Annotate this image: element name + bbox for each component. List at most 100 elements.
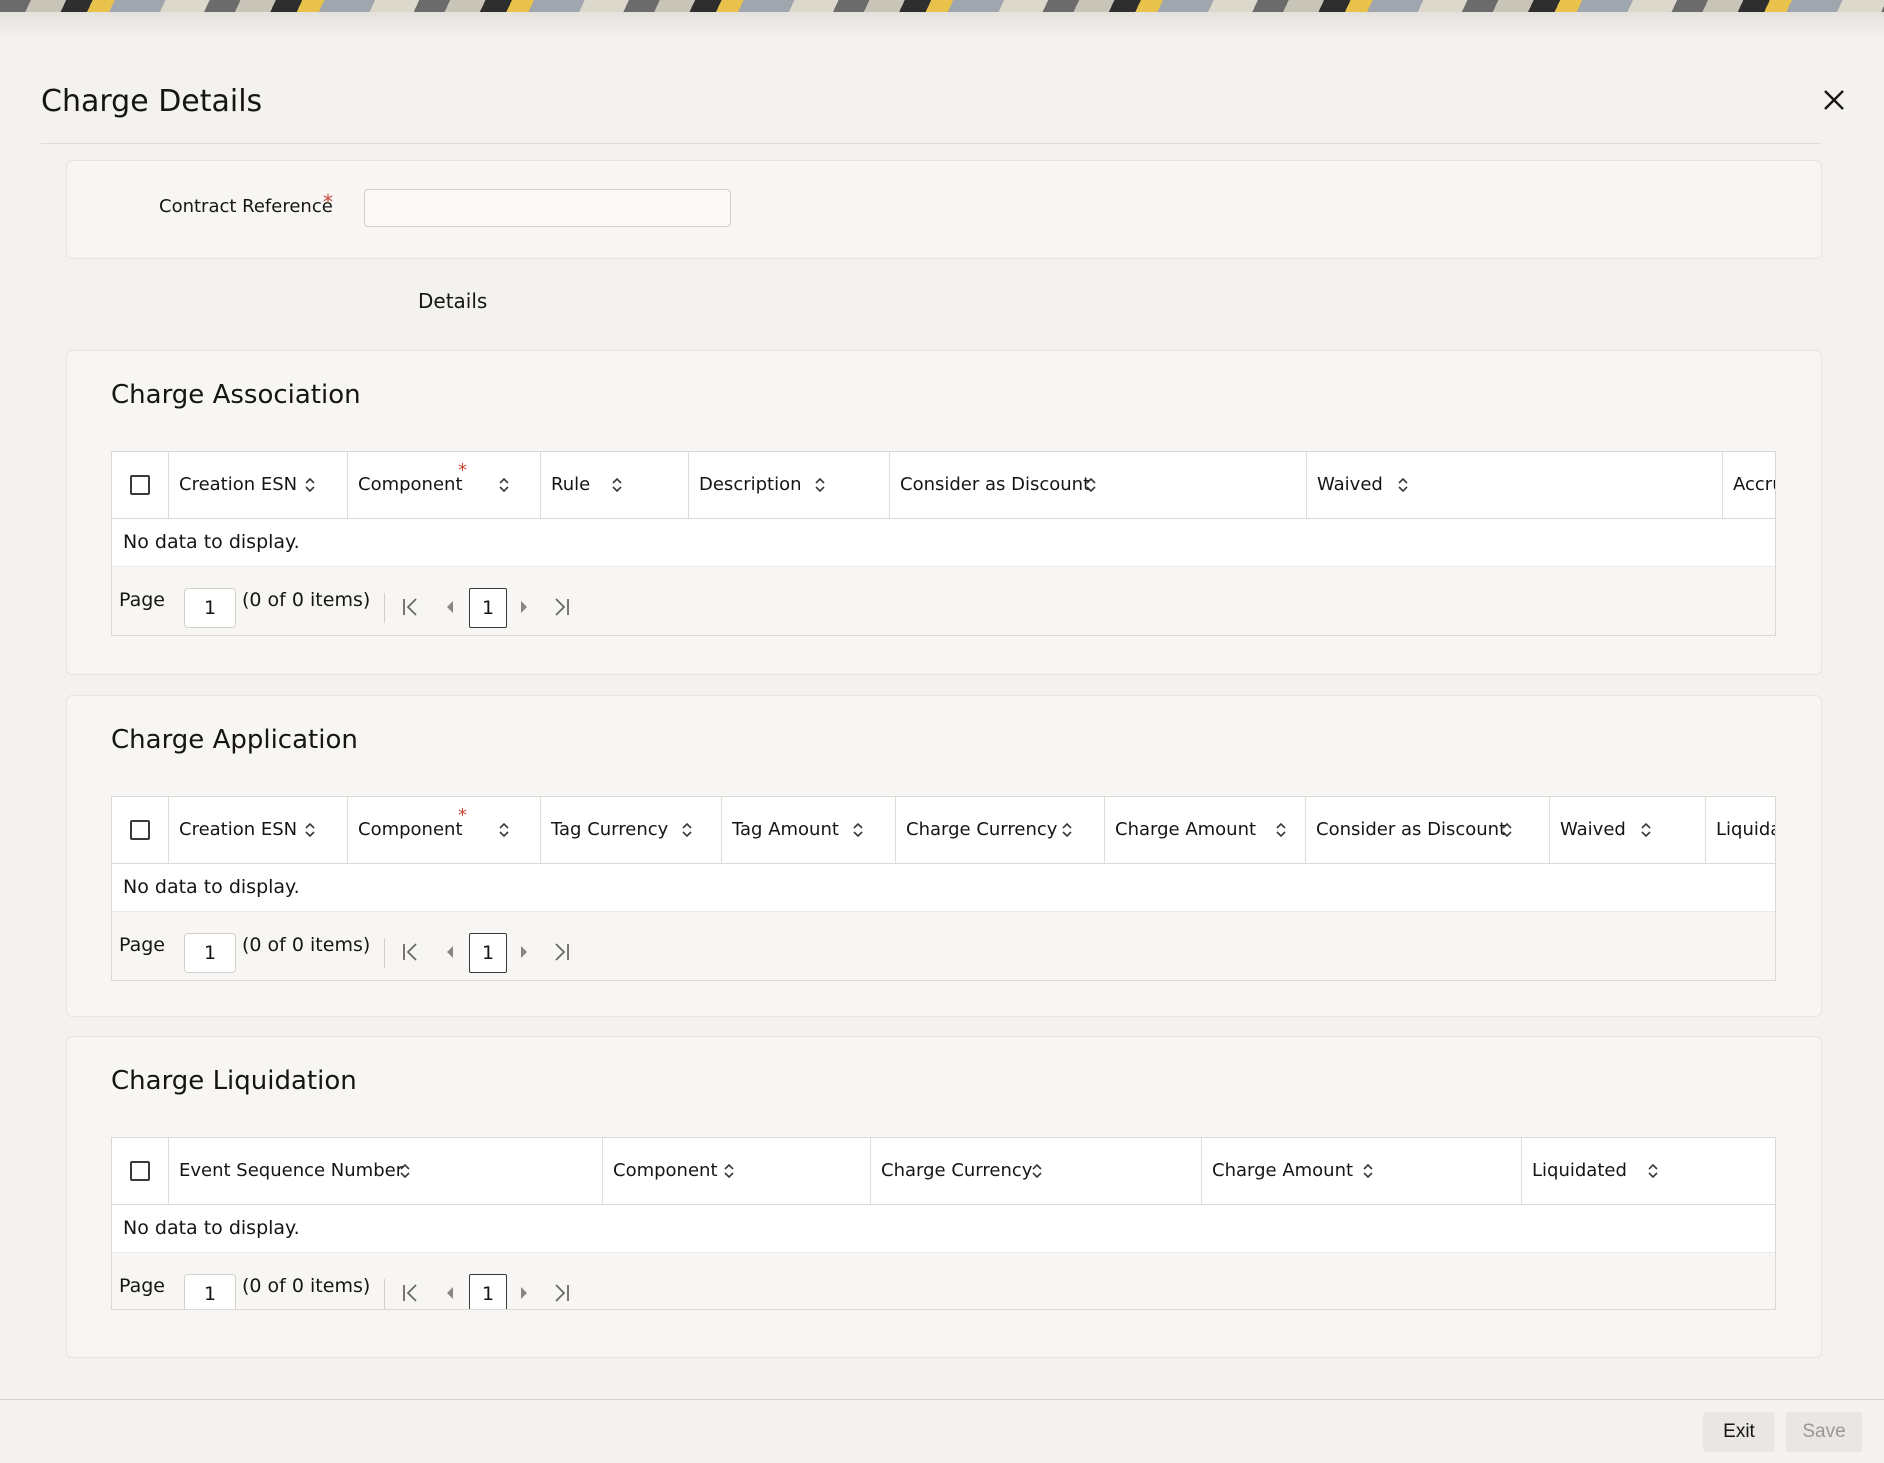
current-page-button[interactable]: 1 <box>469 588 507 628</box>
column-header[interactable]: Waived <box>1550 797 1706 863</box>
sort-icon[interactable] <box>1085 476 1097 494</box>
sort-icon[interactable] <box>304 476 316 494</box>
pager-divider <box>384 1279 385 1309</box>
sort-icon[interactable] <box>399 1162 411 1180</box>
required-marker: * <box>458 805 467 826</box>
exit-button[interactable]: Exit <box>1703 1412 1775 1452</box>
previous-page-icon[interactable] <box>438 940 462 964</box>
column-header-label: Consider as Discount <box>900 474 1091 495</box>
column-header[interactable]: Component <box>603 1138 871 1204</box>
sort-icon[interactable] <box>611 476 623 494</box>
first-page-icon[interactable] <box>398 940 422 964</box>
page-number-input[interactable]: 1 <box>184 1274 236 1309</box>
save-button[interactable]: Save <box>1786 1412 1862 1452</box>
sort-icon[interactable] <box>1647 1162 1659 1180</box>
column-header[interactable]: Waived <box>1307 452 1723 518</box>
sort-icon[interactable] <box>1061 821 1073 839</box>
no-data-message: No data to display. <box>112 1205 1775 1252</box>
column-header[interactable]: Accru <box>1723 452 1775 518</box>
select-all-checkbox[interactable] <box>130 820 150 840</box>
column-header[interactable]: Tag Currency <box>541 797 722 863</box>
select-all-checkbox[interactable] <box>130 475 150 495</box>
sort-icon[interactable] <box>1397 476 1409 494</box>
item-count: (0 of 0 items) <box>242 1275 371 1297</box>
column-header-label: Waived <box>1560 819 1626 840</box>
column-header-label: Rule <box>551 474 591 495</box>
previous-page-icon[interactable] <box>438 1281 462 1305</box>
page-label: Page <box>119 589 165 611</box>
contract-reference-input[interactable] <box>364 189 731 227</box>
current-page-button[interactable]: 1 <box>469 1274 507 1309</box>
column-header[interactable]: Description <box>689 452 890 518</box>
column-header-label: Description <box>699 474 802 495</box>
charge-liquidation-table: Event Sequence Number Component Charge Cur… <box>111 1137 1776 1310</box>
sort-icon[interactable] <box>1640 821 1652 839</box>
select-all-cell <box>112 452 169 518</box>
next-page-icon[interactable] <box>512 595 536 619</box>
column-header[interactable]: Creation ESN <box>169 797 348 863</box>
select-all-checkbox[interactable] <box>130 1161 150 1181</box>
footer-divider <box>0 1399 1884 1400</box>
previous-page-icon[interactable] <box>438 595 462 619</box>
pagination: Page 1 (0 of 0 items) 1 <box>112 1252 1775 1309</box>
last-page-icon[interactable] <box>550 940 574 964</box>
select-all-cell <box>112 797 169 863</box>
section-title-charge-application: Charge Application <box>111 725 358 755</box>
sort-icon[interactable] <box>304 821 316 839</box>
no-data-message: No data to display. <box>112 519 1775 566</box>
column-header[interactable]: Consider as Discount <box>890 452 1307 518</box>
page-label: Page <box>119 1275 165 1297</box>
section-title-charge-liquidation: Charge Liquidation <box>111 1066 357 1096</box>
sort-icon[interactable] <box>498 476 510 494</box>
column-header[interactable]: Creation ESN <box>169 452 348 518</box>
page-number-input[interactable]: 1 <box>184 933 236 973</box>
next-page-icon[interactable] <box>512 1281 536 1305</box>
last-page-icon[interactable] <box>550 1281 574 1305</box>
column-header-label: Component <box>358 819 463 840</box>
column-header-label: Charge Currency <box>906 819 1058 840</box>
column-header[interactable]: Consider as Discount <box>1306 797 1550 863</box>
last-page-icon[interactable] <box>550 595 574 619</box>
sort-icon[interactable] <box>723 1162 735 1180</box>
sort-icon[interactable] <box>1275 821 1287 839</box>
column-header-label: Liquidat <box>1716 819 1775 840</box>
next-page-icon[interactable] <box>512 940 536 964</box>
column-header-label: Accru <box>1733 474 1775 495</box>
column-header[interactable]: Charge Currency <box>896 797 1105 863</box>
current-page-button[interactable]: 1 <box>469 933 507 973</box>
column-header[interactable]: Charge Amount <box>1105 797 1306 863</box>
pagination: Page 1 (0 of 0 items) 1 <box>112 566 1775 635</box>
column-header-label: Tag Amount <box>732 819 839 840</box>
column-header-label: Event Sequence Number <box>179 1160 404 1181</box>
sort-icon[interactable] <box>1031 1162 1043 1180</box>
sort-icon[interactable] <box>1501 821 1513 839</box>
column-header[interactable]: Liquidated <box>1522 1138 1775 1204</box>
column-header[interactable]: Charge Currency <box>871 1138 1202 1204</box>
column-header[interactable]: Component * <box>348 797 541 863</box>
column-header-label: Component <box>358 474 463 495</box>
select-all-cell <box>112 1138 169 1204</box>
column-header[interactable]: Liquidat <box>1706 797 1775 863</box>
column-header[interactable]: Tag Amount <box>722 797 896 863</box>
column-header[interactable]: Event Sequence Number <box>169 1138 603 1204</box>
sort-icon[interactable] <box>814 476 826 494</box>
first-page-icon[interactable] <box>398 595 422 619</box>
tab-details[interactable]: Details <box>418 289 487 313</box>
column-header[interactable]: Charge Amount <box>1202 1138 1522 1204</box>
column-header[interactable]: Rule <box>541 452 689 518</box>
title-divider <box>41 143 1821 144</box>
section-title-charge-association: Charge Association <box>111 380 361 410</box>
column-header[interactable]: Component * <box>348 452 541 518</box>
sort-icon[interactable] <box>852 821 864 839</box>
close-icon[interactable] <box>1822 88 1846 112</box>
column-header-label: Liquidated <box>1532 1160 1627 1181</box>
sort-icon[interactable] <box>498 821 510 839</box>
column-header-label: Creation ESN <box>179 819 298 840</box>
table-header: Creation ESN Component * Tag Currency Tag Am… <box>112 797 1775 864</box>
sort-icon[interactable] <box>1362 1162 1374 1180</box>
header-banner <box>0 0 1884 12</box>
first-page-icon[interactable] <box>398 1281 422 1305</box>
page-number-input[interactable]: 1 <box>184 588 236 628</box>
sort-icon[interactable] <box>681 821 693 839</box>
column-header-label: Tag Currency <box>551 819 669 840</box>
